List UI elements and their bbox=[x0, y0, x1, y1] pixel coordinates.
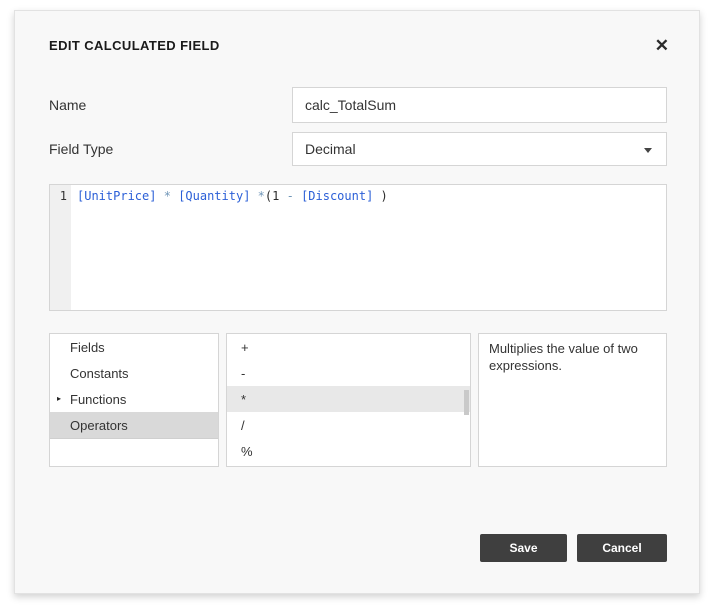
operator-list: + - * /% bbox=[226, 333, 471, 467]
operator-item-label: * bbox=[241, 392, 246, 407]
expression-token: * bbox=[258, 189, 265, 203]
expression-token bbox=[294, 189, 301, 203]
cancel-button[interactable]: Cancel bbox=[577, 534, 667, 562]
expression-token: (1 bbox=[265, 189, 287, 203]
operator-item[interactable]: * bbox=[227, 386, 470, 412]
operator-item[interactable]: + bbox=[227, 334, 470, 360]
description-panel: Multiplies the value of two expressions. bbox=[478, 333, 667, 467]
category-item-fields[interactable]: Fields bbox=[50, 334, 218, 360]
category-item-label: Functions bbox=[70, 392, 126, 407]
expand-arrow-icon[interactable]: ▸ bbox=[57, 394, 61, 403]
expression-token: [UnitPrice] bbox=[77, 189, 156, 203]
dialog-title: EDIT CALCULATED FIELD bbox=[49, 38, 220, 53]
category-item-label: Fields bbox=[70, 340, 105, 355]
list-divider bbox=[50, 438, 218, 439]
expression-editor[interactable]: 1 [UnitPrice] * [Quantity] *(1 - [Discou… bbox=[49, 184, 667, 311]
expression-token: [Quantity] bbox=[178, 189, 250, 203]
expression-line[interactable]: [UnitPrice] * [Quantity] *(1 - [Discount… bbox=[71, 185, 666, 310]
dialog-footer: Save Cancel bbox=[49, 534, 667, 562]
save-button[interactable]: Save bbox=[480, 534, 567, 562]
scrollbar-thumb[interactable] bbox=[464, 390, 469, 415]
expression-token: [Discount] bbox=[301, 189, 373, 203]
operator-description: Multiplies the value of two expressions. bbox=[479, 334, 666, 380]
expression-token: * bbox=[164, 189, 171, 203]
dialog-header: EDIT CALCULATED FIELD ✕ bbox=[15, 11, 699, 55]
editor-gutter: 1 bbox=[50, 185, 71, 310]
chevron-down-icon bbox=[644, 148, 652, 153]
category-item-functions[interactable]: ▸ Functions bbox=[50, 386, 218, 412]
name-label: Name bbox=[49, 97, 86, 113]
close-icon[interactable]: ✕ bbox=[655, 38, 669, 53]
field-type-row: Field Type Decimal bbox=[49, 132, 667, 166]
operator-item[interactable]: / bbox=[227, 412, 470, 438]
operator-item-label: / bbox=[241, 418, 245, 433]
category-item-label: Operators bbox=[70, 418, 128, 433]
expression-token bbox=[250, 189, 257, 203]
field-type-value: Decimal bbox=[305, 141, 356, 157]
operator-item-label: + bbox=[241, 340, 249, 355]
edit-calculated-field-dialog: EDIT CALCULATED FIELD ✕ Name Field Type … bbox=[14, 10, 700, 594]
operator-item[interactable]: % bbox=[227, 438, 470, 464]
operator-item[interactable]: - bbox=[227, 360, 470, 386]
category-list: Fields Constants ▸ Functions Operators bbox=[49, 333, 219, 467]
category-item-constants[interactable]: Constants bbox=[50, 360, 218, 386]
expression-token bbox=[156, 189, 163, 203]
field-type-select[interactable]: Decimal bbox=[292, 132, 667, 166]
category-item-operators[interactable]: Operators bbox=[50, 412, 218, 438]
reference-panels: Fields Constants ▸ Functions Operators + - * /%… bbox=[49, 333, 667, 467]
line-number: 1 bbox=[60, 189, 67, 203]
name-input[interactable] bbox=[292, 87, 667, 123]
field-type-label: Field Type bbox=[49, 141, 113, 157]
category-item-label: Constants bbox=[70, 366, 129, 381]
expression-token: ) bbox=[373, 189, 387, 203]
operator-item-label: - bbox=[241, 366, 245, 381]
operator-item-label: % bbox=[241, 444, 253, 459]
expression-token: - bbox=[287, 189, 294, 203]
name-row: Name bbox=[49, 87, 667, 123]
